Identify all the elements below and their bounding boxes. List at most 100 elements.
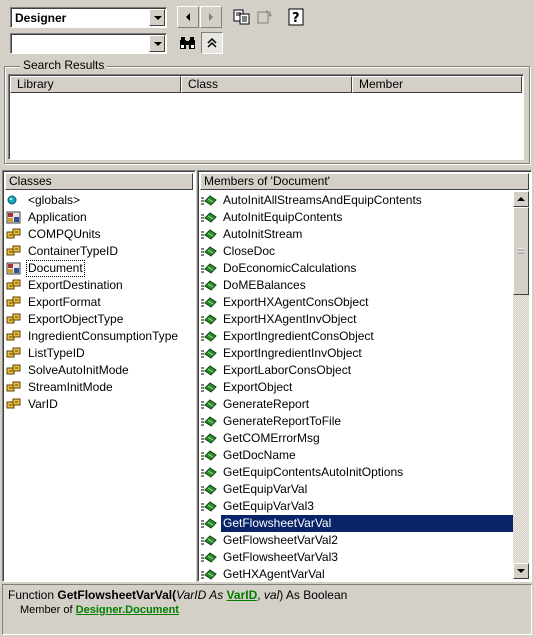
class-item-label: StreamInitMode [28,380,113,394]
signature-as1: As [206,588,227,602]
members-scrollbar[interactable] [513,191,529,579]
classes-list[interactable]: <globals> Application COMPQUnits ContainerT… [5,191,193,579]
member-item-label: ExportIngredientInvObject [223,346,362,360]
column-header-member[interactable]: Member [352,76,522,93]
class-item[interactable]: ExportDestination [6,277,193,294]
enum-icon [6,347,22,360]
column-header-class[interactable]: Class [181,76,352,93]
signature-type-link[interactable]: VarID [227,588,258,602]
class-item-label: ExportDestination [28,278,123,292]
member-item[interactable]: DoMEBalances [201,277,511,294]
class-icon [6,262,22,275]
members-pane[interactable]: Members of 'Document' AutoInitAllStreams… [197,170,532,582]
member-item[interactable]: GetFlowsheetVarVal [201,515,518,532]
member-item[interactable]: AutoInitStream [201,226,511,243]
library-combo-dropdown-button[interactable] [149,9,165,26]
member-item[interactable]: ExportHXAgentConsObject [201,294,511,311]
member-item[interactable]: GetEquipVarVal [201,481,511,498]
signature-return: ) As Boolean [279,588,348,602]
class-item[interactable]: Document [6,260,193,277]
class-item-label: ListTypeID [28,346,85,360]
member-item-label: ExportLaborConsObject [223,363,352,377]
method-icon [201,483,217,496]
method-icon [201,398,217,411]
member-item-label: ExportHXAgentConsObject [223,295,369,309]
search-combo[interactable] [10,33,167,54]
class-item[interactable]: COMPQUnits [6,226,193,243]
member-item[interactable]: GetFlowsheetVarVal3 [201,549,511,566]
method-icon [201,500,217,513]
search-results-title: Search Results [20,58,108,72]
method-icon [201,551,217,564]
scroll-thumb[interactable] [513,207,529,295]
member-item-label: GetHXAgentVarVal [223,567,325,581]
help-button[interactable]: ? [285,6,307,28]
member-item-label: GetEquipVarVal [223,482,308,496]
scroll-up-button[interactable] [513,191,529,207]
view-definition-button[interactable] [254,6,276,28]
class-item-label: COMPQUnits [28,227,101,241]
method-icon [201,517,217,530]
member-item[interactable]: GenerateReport [201,396,511,413]
member-item[interactable]: AutoInitAllStreamsAndEquipContents [201,192,511,209]
member-item-label: GetEquipContentsAutoInitOptions [223,465,404,479]
class-item[interactable]: StreamInitMode [6,379,193,396]
help-icon: ? [288,8,304,26]
member-item-label: GetDocName [223,448,296,462]
search-results-list[interactable]: Library Class Member [8,74,524,160]
member-item-label: ExportHXAgentInvObject [223,312,357,326]
library-combo[interactable]: Designer [10,7,167,28]
member-item[interactable]: ExportObject [201,379,511,396]
members-list[interactable]: AutoInitAllStreamsAndEquipContents AutoIn… [200,191,518,581]
column-header-library[interactable]: Library [10,76,181,93]
class-item-label: ExportObjectType [28,312,124,326]
class-item[interactable]: ExportFormat [6,294,193,311]
member-item-label: GetCOMErrorMsg [223,431,320,445]
class-item[interactable]: ContainerTypeID [6,243,193,260]
member-item[interactable]: GetHXAgentVarVal [201,566,511,581]
member-item[interactable]: ExportIngredientInvObject [201,345,511,362]
class-item[interactable]: IngredientConsumptionType [6,328,193,345]
back-button[interactable] [177,6,199,28]
member-item-label: AutoInitStream [223,227,303,241]
class-link[interactable]: Document [125,604,179,616]
method-icon [201,211,217,224]
member-item[interactable]: DoEconomicCalculations [201,260,511,277]
class-item[interactable]: VarID [6,396,193,413]
member-item[interactable]: GetEquipVarVal3 [201,498,511,515]
member-item[interactable]: GetFlowsheetVarVal2 [201,532,511,549]
member-item[interactable]: ExportHXAgentInvObject [201,311,511,328]
class-item[interactable]: <globals> [6,192,193,209]
member-item[interactable]: GetEquipContentsAutoInitOptions [201,464,511,481]
member-item[interactable]: GetDocName [201,447,511,464]
member-item[interactable]: ExportLaborConsObject [201,362,511,379]
class-item[interactable]: ListTypeID [6,345,193,362]
forward-button[interactable] [200,6,222,28]
class-item[interactable]: ExportObjectType [6,311,193,328]
member-item[interactable]: ExportIngredientConsObject [201,328,511,345]
enum-icon [6,364,22,377]
signature-prefix: Function [8,588,58,602]
class-item[interactable]: SolveAutoInitMode [6,362,193,379]
class-item-label: <globals> [28,193,81,207]
library-link[interactable]: Designer [76,604,122,616]
detail-pane: Function GetFlowsheetVarVal(VarID As Var… [2,584,532,635]
arrow-down-icon [517,569,525,573]
library-combo-value: Designer [15,11,67,25]
member-item-label: GetFlowsheetVarVal3 [223,550,338,564]
search-combo-dropdown-button[interactable] [149,35,165,52]
scroll-down-button[interactable] [513,563,529,579]
member-item[interactable]: GetCOMErrorMsg [201,430,511,447]
signature-line: Function GetFlowsheetVarVal(VarID As Var… [8,588,347,602]
toggle-search-results-button[interactable] [201,32,223,54]
copy-to-clipboard-button[interactable] [231,6,253,28]
method-icon [201,381,217,394]
method-icon [201,347,217,360]
member-item[interactable]: CloseDoc [201,243,511,260]
member-item-label: GetEquipVarVal3 [223,499,314,513]
classes-pane[interactable]: Classes <globals> Application COMPQUnits Co… [2,170,196,582]
member-item[interactable]: AutoInitEquipContents [201,209,511,226]
member-item[interactable]: GenerateReportToFile [201,413,511,430]
search-button[interactable] [177,32,199,54]
class-item[interactable]: Application [6,209,193,226]
